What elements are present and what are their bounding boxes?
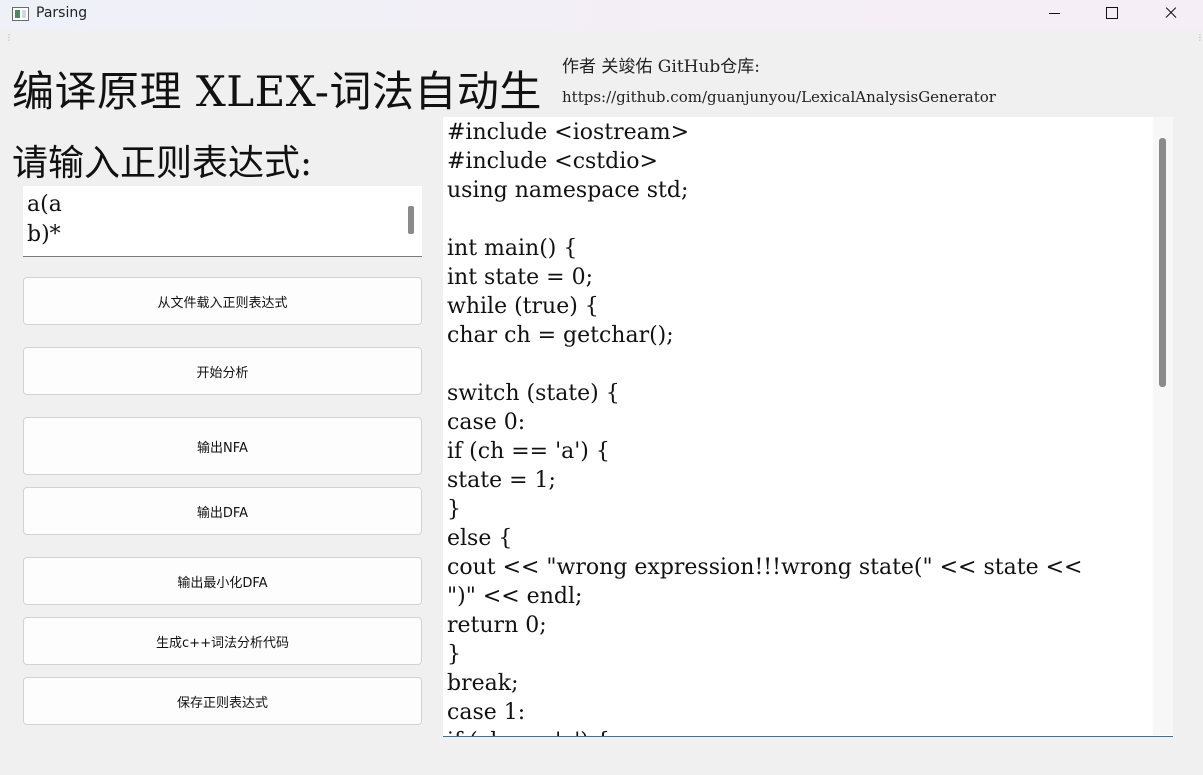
load-regex-from-file-button[interactable]: 从文件载入正则表达式 <box>23 277 422 325</box>
code-scrollbar-thumb[interactable] <box>1159 138 1166 387</box>
save-regex-button[interactable]: 保存正则表达式 <box>23 677 422 725</box>
start-analysis-button[interactable]: 开始分析 <box>23 347 422 395</box>
page-title: 编译原理 XLEX-词法自动生 <box>12 67 542 116</box>
minimize-button[interactable] <box>1024 0 1084 30</box>
maximize-button[interactable] <box>1082 0 1142 30</box>
generated-code-output[interactable]: #include <iostream> #include <cstdio> us… <box>443 117 1173 737</box>
title-bar: Parsing <box>0 0 1203 30</box>
left-resize-grip-icon[interactable]: ⋮ <box>5 34 13 42</box>
window-title: Parsing <box>36 5 88 21</box>
regex-input-text[interactable]: a(a b)* <box>27 190 397 250</box>
regex-input[interactable]: a(a b)* <box>23 186 422 257</box>
close-button[interactable] <box>1141 0 1201 30</box>
regex-prompt-label: 请输入正则表达式: <box>12 143 313 184</box>
regex-input-scrollbar[interactable] <box>408 206 414 234</box>
generated-code-text[interactable]: #include <iostream> #include <cstdio> us… <box>447 118 1147 736</box>
generate-cpp-code-button[interactable]: 生成c++词法分析代码 <box>23 617 422 665</box>
output-nfa-button[interactable]: 输出NFA <box>23 417 422 475</box>
right-resize-grip-icon[interactable]: ⋮ <box>1196 34 1203 42</box>
app-icon <box>12 7 29 21</box>
output-dfa-button[interactable]: 输出DFA <box>23 487 422 535</box>
repo-url: https://github.com/guanjunyou/LexicalAna… <box>562 88 996 106</box>
author-label: 作者 关竣佑 GitHub仓库: <box>562 57 761 77</box>
output-min-dfa-button[interactable]: 输出最小化DFA <box>23 557 422 605</box>
